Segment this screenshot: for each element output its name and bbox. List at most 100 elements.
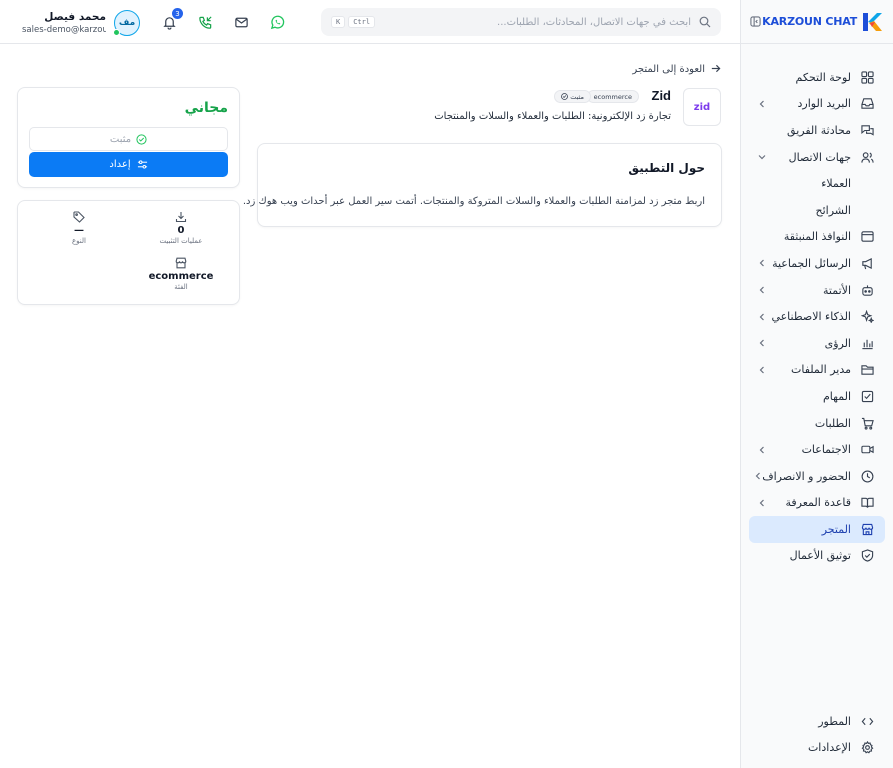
search-bar[interactable]: Ctrl K — [321, 8, 721, 36]
sidebar-item-ai[interactable]: الذكاء الاصطناعي — [749, 303, 885, 330]
sidebar-item-label: الرسائل الجماعية — [772, 256, 851, 270]
store-icon — [175, 257, 187, 269]
search-input[interactable] — [378, 16, 691, 28]
top-header: Ctrl K 3 مف محمد فيصل sales-demo@karzoun… — [0, 0, 740, 44]
installed-chip: مثبت — [554, 90, 591, 103]
stat-installs: 0 عمليات التثبيت — [136, 211, 226, 245]
sidebar-item-orders[interactable]: الطلبات — [749, 410, 885, 437]
zid-logo: zid — [683, 88, 721, 126]
book-icon — [859, 495, 875, 511]
contacts-icon — [859, 149, 875, 165]
collapse-sidebar-icon[interactable] — [749, 15, 762, 29]
sidebar-item-label: محادثة الفريق — [787, 123, 851, 137]
phone-icon[interactable] — [196, 13, 214, 31]
sidebar-item-team-chat[interactable]: محادثة الفريق — [749, 117, 885, 144]
about-text: اربط متجر زد لمزامنة الطلبات والعملاء وا… — [242, 196, 705, 207]
chevron-left-icon — [757, 285, 767, 295]
app-header: zid Zid ecommerce مثبت تجارة زد الإلكترو… — [241, 86, 721, 128]
price: مجاني — [184, 100, 228, 116]
sidebar-item-label: الذكاء الاصطناعي — [771, 310, 851, 324]
sidebar-item-file-manager[interactable]: مدير الملفات — [749, 357, 885, 384]
megaphone-icon — [859, 255, 875, 271]
stat-type: — النوع — [34, 211, 124, 245]
setup-button[interactable]: إعداد — [29, 152, 228, 177]
installed-label: مثبت — [109, 133, 132, 145]
sidebar-item-label: مدير الملفات — [791, 363, 851, 377]
popup-icon — [859, 229, 875, 245]
sidebar-item-broadcasts[interactable]: الرسائل الجماعية — [749, 250, 885, 277]
sidebar-item-label: المتجر — [821, 522, 851, 536]
notifications-bell-icon[interactable]: 3 — [160, 8, 183, 31]
online-status-dot — [113, 29, 120, 36]
type-value: — — [74, 225, 84, 236]
chevron-down-icon — [757, 152, 767, 162]
sidebar-item-label: توثيق الأعمال — [789, 549, 851, 563]
pricing-card: مجاني مثبت إعداد — [17, 87, 240, 188]
sidebar-item-automation[interactable]: الأتمتة — [749, 277, 885, 304]
brand-logo-icon — [861, 11, 883, 33]
user-name: محمد فيصل — [44, 11, 106, 23]
download-icon — [175, 211, 187, 223]
chevron-left-icon — [757, 258, 767, 268]
inbox-icon — [859, 96, 875, 112]
sidebar-item-label: الأتمتة — [823, 283, 851, 297]
sidebar-item-developer[interactable]: المطور — [749, 708, 885, 735]
sidebar-item-inbox[interactable]: البريد الوارد — [749, 91, 885, 118]
folder-icon — [859, 362, 875, 378]
shortcut-k-key: K — [331, 16, 346, 28]
sidebar-item-label: قاعدة المعرفة — [785, 496, 851, 510]
chart-icon — [859, 335, 875, 351]
settings-sliders-icon — [137, 159, 148, 170]
back-to-store-link[interactable]: العودة إلى المتجر — [632, 63, 721, 75]
email-icon[interactable] — [232, 13, 250, 31]
sidebar-item-store[interactable]: المتجر — [749, 516, 885, 543]
sidebar-item-label: الطلبات — [814, 416, 851, 430]
clock-icon — [859, 468, 875, 484]
installs-label: عمليات التثبيت — [159, 237, 203, 245]
app-title: Zid — [651, 88, 672, 103]
chevron-left-icon — [757, 338, 767, 348]
store-icon — [859, 521, 875, 537]
chevron-left-icon — [757, 365, 767, 375]
sidebar-subitem-customers[interactable]: العملاء — [749, 170, 885, 197]
sidebar-item-tasks[interactable]: المهام — [749, 383, 885, 410]
sidebar-item-knowledge-base[interactable]: قاعدة المعرفة — [749, 490, 885, 517]
sidebar-item-label: الاجتماعات — [801, 443, 851, 457]
type-label: النوع — [72, 237, 86, 245]
zid-logo-text: zid — [693, 101, 711, 113]
sidebar-item-label: النوافذ المنبثقة — [783, 230, 851, 244]
sidebar-item-attendance[interactable]: الحضور و الانصراف — [749, 463, 885, 490]
sidebar-item-contacts[interactable]: جهات الاتصال — [749, 144, 885, 171]
sparkles-icon — [859, 309, 875, 325]
sidebar-item-label: الرؤى — [824, 336, 851, 350]
stats-card: 0 عمليات التثبيت — النوع ecommerce الفئة — [17, 200, 240, 305]
dashboard-icon — [859, 69, 875, 85]
chevron-left-icon — [754, 471, 762, 481]
sidebar-subitem-segments[interactable]: الشرائح — [749, 197, 885, 224]
setup-label: إعداد — [109, 159, 131, 170]
about-title: حول التطبيق — [628, 161, 705, 175]
sidebar-item-business-verification[interactable]: توثيق الأعمال — [749, 543, 885, 570]
sidebar-item-label: المطور — [818, 714, 851, 728]
sidebar-nav: لوحة التحكم البريد الوارد محادثة الفريق … — [741, 64, 893, 569]
chevron-left-icon — [757, 498, 767, 508]
chevron-left-icon — [757, 99, 767, 109]
gear-icon — [859, 740, 875, 756]
sidebar: KARZOUN CHAT لوحة التحكم البريد الوارد م… — [740, 0, 893, 768]
app-description: تجارة زد الإلكترونية: الطلبات والعملاء و… — [434, 111, 671, 122]
installed-chip-label: مثبت — [570, 92, 584, 101]
sidebar-item-dashboard[interactable]: لوحة التحكم — [749, 64, 885, 91]
sidebar-item-popups[interactable]: النوافذ المنبثقة — [749, 224, 885, 251]
installs-value: 0 — [177, 225, 185, 236]
stat-category: ecommerce الفئة — [136, 257, 226, 291]
sidebar-item-settings[interactable]: الإعدادات — [749, 735, 885, 762]
whatsapp-icon[interactable] — [268, 13, 286, 31]
back-label: العودة إلى المتجر — [632, 63, 705, 75]
installed-button[interactable]: مثبت — [29, 127, 228, 151]
shield-check-icon — [859, 548, 875, 564]
sidebar-item-label: الإعدادات — [807, 741, 851, 755]
search-icon — [699, 16, 711, 28]
sidebar-item-insights[interactable]: الرؤى — [749, 330, 885, 357]
category-value: ecommerce — [148, 271, 214, 282]
sidebar-item-meetings[interactable]: الاجتماعات — [749, 436, 885, 463]
